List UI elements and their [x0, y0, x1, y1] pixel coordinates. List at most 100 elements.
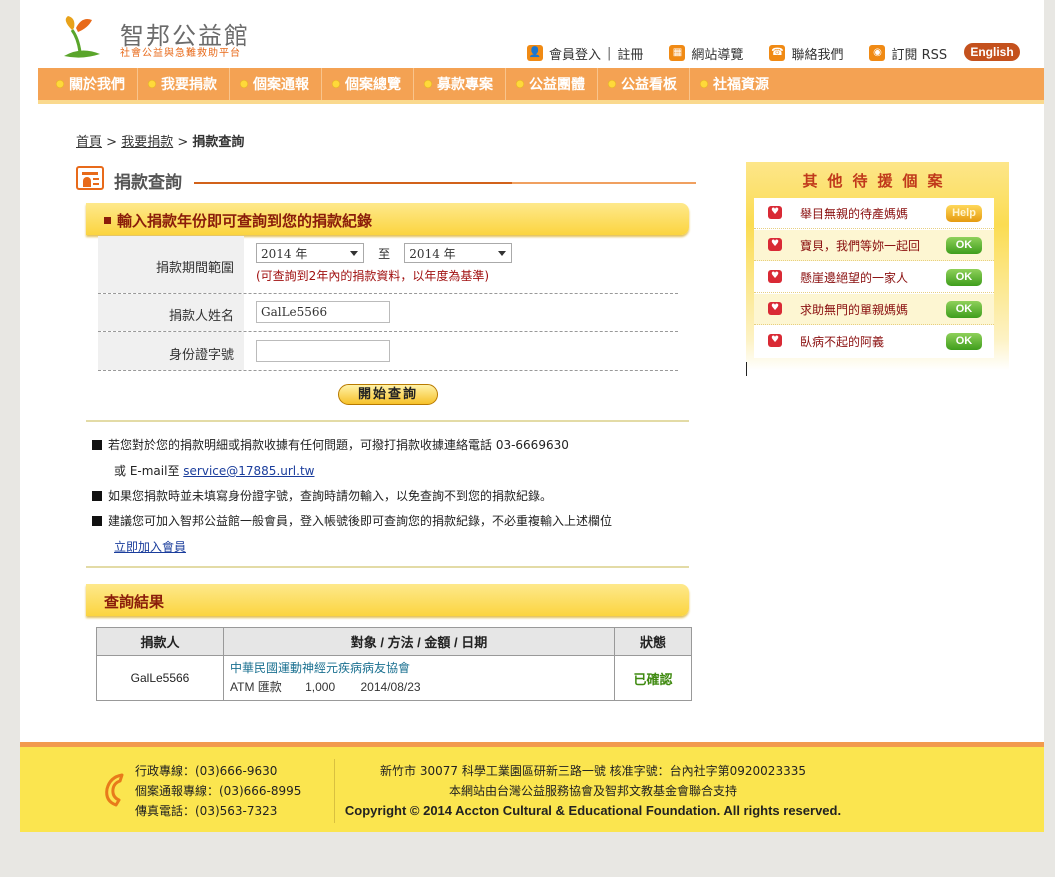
table-header-row: 捐款人 對象 / 方法 / 金額 / 日期 狀態 — [96, 627, 692, 656]
nav-item-board[interactable]: 公益看板 — [598, 68, 690, 100]
sitemap-icon: ▦ — [669, 45, 686, 61]
square-bullet-icon — [92, 440, 102, 450]
breadcrumb-current: 捐款查詢 — [192, 135, 245, 150]
heart-icon: ♥ — [768, 238, 782, 251]
start-query-button[interactable]: 開始查詢 — [338, 384, 438, 405]
main-nav: 關於我們 我要捐款 個案通報 個案總覽 募款專案 公益團體 公益看板 社福資源 — [38, 68, 1044, 104]
join-member-row: 立即加入會員 — [114, 538, 186, 555]
email-link[interactable]: service@17885.url.tw — [183, 464, 314, 478]
donor-name-input[interactable]: GalLe5566 — [256, 301, 390, 323]
note-2: 如果您捐款時並未填寫身份證字號，查詢時請勿輸入，以免查詢不到您的捐款紀錄。 — [92, 487, 552, 504]
nav-item-about[interactable]: 關於我們 — [46, 68, 138, 100]
join-member-link[interactable]: 立即加入會員 — [114, 540, 186, 554]
list-item[interactable]: ♥ 懸崖邊絕望的一家人 OK — [754, 262, 994, 293]
rss-link[interactable]: ◉ 訂閱 RSS — [869, 44, 947, 63]
nav-item-fundraising[interactable]: 募款專案 — [414, 68, 506, 100]
english-button[interactable]: English — [964, 43, 1020, 61]
nav-item-resources[interactable]: 社福資源 — [690, 68, 781, 100]
nav-item-groups[interactable]: 公益團體 — [506, 68, 598, 100]
login-link[interactable]: 會員登入 — [549, 44, 601, 63]
list-item[interactable]: ♥ 寶貝，我們等妳一起回 OK — [754, 230, 994, 261]
list-item[interactable]: ♥ 求助無門的單親媽媽 OK — [754, 294, 994, 325]
note-3: 建議您可加入智邦公益館一般會員，登入帳號後即可查詢您的捐款紀錄，不必重複輸入上述… — [92, 512, 612, 529]
sitemap-label: 網站導覽 — [691, 47, 744, 63]
section-title: 捐款查詢 — [76, 166, 696, 194]
title-underline — [194, 182, 696, 184]
ok-badge[interactable]: OK — [946, 237, 982, 254]
period-row: 捐款期間範圍 2014 年 至 2014 年 (可查詢到2年內的捐款資料，以年度… — [98, 236, 678, 294]
divider — [86, 566, 689, 568]
breadcrumb-home[interactable]: 首頁 — [76, 135, 102, 150]
text-cursor — [746, 362, 747, 376]
logo-flower-icon — [64, 16, 100, 58]
note-1-email: 或 E-mail至 service@17885.url.tw — [114, 464, 315, 478]
register-link[interactable]: 註冊 — [617, 44, 643, 63]
detail-cell: 中華民國運動神經元疾病病友協會 ATM 匯款 1,000 2014/08/23 — [223, 655, 615, 701]
payment-info: ATM 匯款 1,000 2014/08/23 — [230, 680, 421, 694]
heart-icon: ♥ — [768, 334, 782, 347]
org-link[interactable]: 中華民國運動神經元疾病病友協會 — [230, 659, 613, 678]
name-row: 捐款人姓名 GalLe5566 — [98, 294, 678, 332]
id-row: 身份證字號 — [98, 332, 678, 371]
id-card-icon — [76, 166, 104, 190]
column-header: 狀態 — [614, 627, 692, 656]
member-icon: 👤 — [527, 45, 543, 61]
divider — [86, 420, 689, 422]
breadcrumb-donate[interactable]: 我要捐款 — [121, 135, 173, 150]
heart-icon: ♥ — [768, 302, 782, 315]
dropdown-arrow-icon — [498, 251, 507, 256]
ok-badge[interactable]: OK — [946, 301, 982, 318]
list-item[interactable]: ♥ 臥病不起的阿義 OK — [754, 326, 994, 356]
square-bullet-icon — [92, 516, 102, 526]
admin-phone: 行政專線：(03)666-9630 — [135, 764, 278, 778]
year-to-select[interactable]: 2014 年 — [404, 243, 513, 263]
period-hint: (可查詢到2年內的捐款資料，以年度為基準) — [256, 269, 489, 283]
page: 智邦公益館 社會公益與急難救助平台 👤 會員登入 | 註冊 ▦ 網站導覽 ☎ 聯… — [20, 0, 1044, 832]
rss-icon: ◉ — [869, 45, 886, 61]
id-number-input[interactable] — [256, 340, 390, 362]
square-bullet-icon — [92, 491, 102, 501]
status-badge: 已確認 — [614, 655, 692, 701]
contact-label: 聯絡我們 — [791, 47, 844, 63]
fax-number: 傳真電話：(03)563-7323 — [135, 804, 278, 818]
dropdown-arrow-icon — [350, 251, 358, 256]
help-badge[interactable]: Help — [946, 205, 982, 222]
other-cases-panel: 其他待援個案 ♥ 舉目無親的待產媽媽 Help ♥ 寶貝，我們等妳一起回 OK … — [746, 162, 1009, 370]
donor-cell: GalLe5566 — [96, 655, 224, 701]
contact-link[interactable]: ☎ 聯絡我們 — [769, 44, 843, 63]
logo-subtitle: 社會公益與急難救助平台 — [120, 48, 241, 59]
sitemap-link[interactable]: ▦ 網站導覽 — [669, 44, 743, 63]
column-header: 捐款人 — [96, 627, 224, 656]
table-row: GalLe5566 中華民國運動神經元疾病病友協會 ATM 匯款 1,000 2… — [96, 655, 692, 701]
member-links: 👤 會員登入 | 註冊 — [527, 44, 643, 63]
rss-label: 訂閱 RSS — [891, 47, 948, 63]
breadcrumb: 首頁 > 我要捐款 > 捐款查詢 — [76, 135, 245, 150]
period-label: 捐款期間範圍 — [155, 261, 234, 276]
footer: 行政專線：(03)666-9630 個案通報專線：(03)666-8995 傳真… — [20, 742, 1044, 832]
square-bullet-icon — [104, 217, 111, 224]
nav-item-donate[interactable]: 我要捐款 — [138, 68, 230, 100]
results-heading: 查詢結果 — [86, 584, 689, 616]
list-item[interactable]: ♥ 舉目無親的待產媽媽 Help — [754, 198, 994, 229]
bullet-icon — [240, 80, 248, 88]
phone-icon — [105, 773, 124, 807]
bullet-icon — [424, 80, 432, 88]
query-form: 捐款期間範圍 2014 年 至 2014 年 (可查詢到2年內的捐款資料，以年度… — [98, 236, 678, 371]
period-values: 2014 年 至 2014 年 (可查詢到2年內的捐款資料，以年度為基準) — [256, 243, 513, 284]
nav-item-report[interactable]: 個案通報 — [230, 68, 322, 100]
ok-badge[interactable]: OK — [946, 333, 982, 350]
link-separator: | — [607, 45, 612, 61]
panel-title: 其他待援個案 — [802, 172, 953, 190]
id-label: 身份證字號 — [168, 348, 234, 363]
footer-copyright: Copyright © 2014 Accton Cultural & Educa… — [344, 803, 842, 818]
column-header: 對象 / 方法 / 金額 / 日期 — [223, 627, 615, 656]
name-label: 捐款人姓名 — [168, 309, 234, 324]
heart-icon: ♥ — [768, 206, 782, 219]
top-links: 👤 會員登入 | 註冊 ▦ 網站導覽 ☎ 聯絡我們 ◉ 訂閱 RSS — [527, 44, 973, 63]
bullet-icon — [332, 80, 340, 88]
site-logo[interactable]: 智邦公益館 社會公益與急難救助平台 — [58, 14, 288, 64]
year-from-select[interactable]: 2014 年 — [256, 243, 364, 263]
footer-contacts: 行政專線：(03)666-9630 個案通報專線：(03)666-8995 傳真… — [135, 761, 301, 821]
ok-badge[interactable]: OK — [946, 269, 982, 286]
nav-item-cases[interactable]: 個案總覽 — [322, 68, 414, 100]
